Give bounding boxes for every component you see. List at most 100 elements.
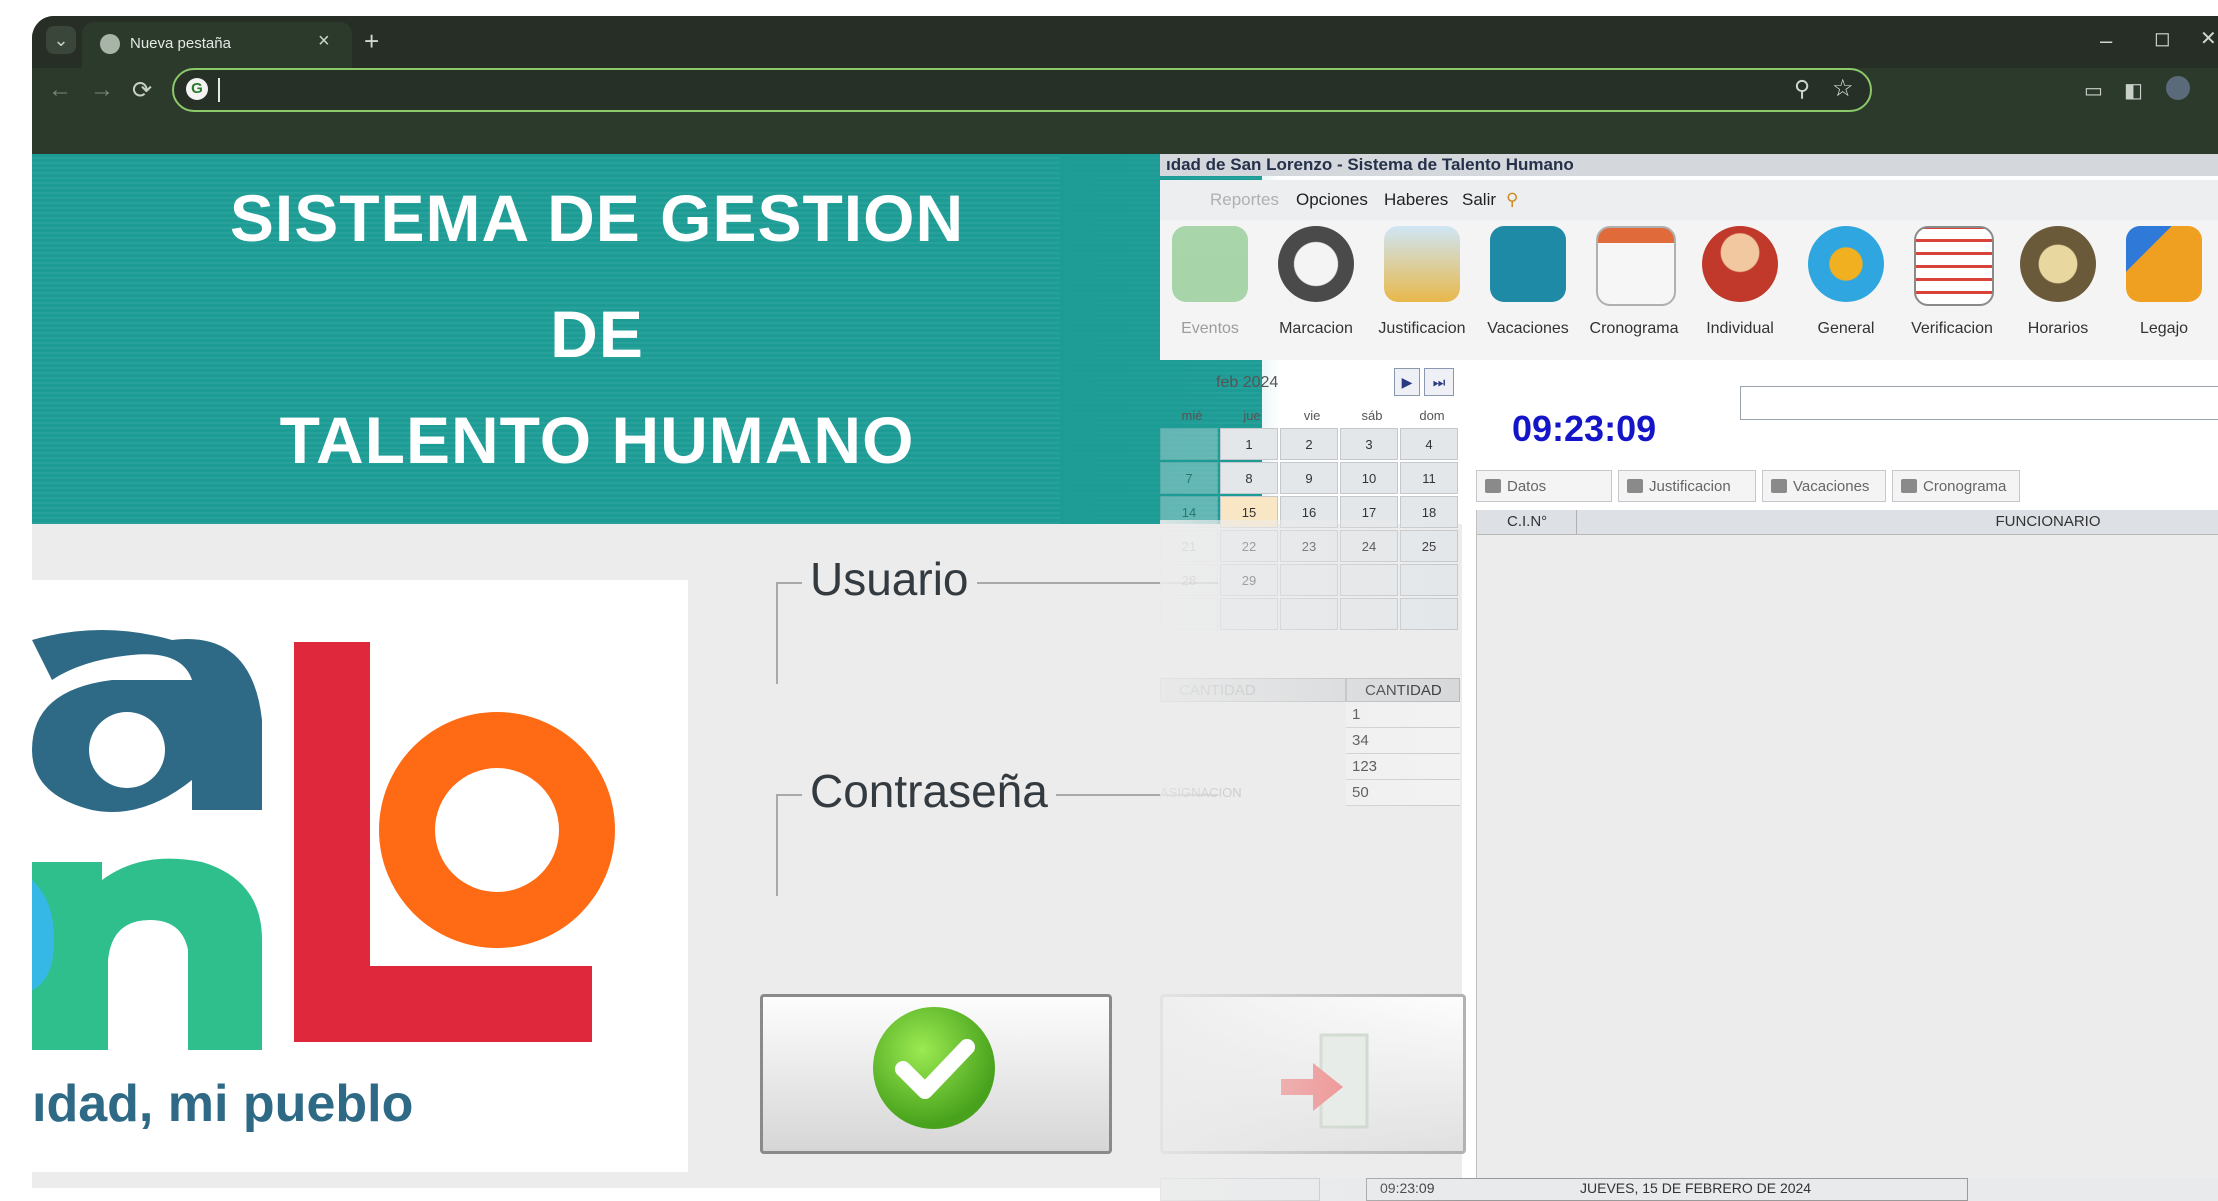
- forward-icon[interactable]: →: [90, 76, 114, 104]
- calendar-day[interactable]: 23: [1280, 530, 1338, 562]
- profile-avatar[interactable]: [2166, 76, 2190, 100]
- globe-icon: [100, 34, 120, 54]
- calendar-day[interactable]: 7: [1160, 462, 1218, 494]
- reload-icon[interactable]: ⟳: [132, 76, 152, 105]
- tool-marcacion[interactable]: Marcacion: [1266, 220, 1366, 360]
- calendar-day[interactable]: 3: [1340, 428, 1398, 460]
- calendar-dow: dom: [1419, 408, 1445, 423]
- qty-row-label: [1160, 728, 1346, 754]
- qty-row-label: ASIGNACION: [1160, 785, 1242, 800]
- password-label: Contraseña: [802, 764, 1056, 818]
- bookmark-star-icon[interactable]: ☆: [1832, 74, 1854, 103]
- maximize-button[interactable]: ◻: [2154, 26, 2171, 51]
- calendar-day[interactable]: [1280, 598, 1338, 630]
- suitcase-icon: [1490, 226, 1566, 302]
- calendar-day[interactable]: 9: [1280, 462, 1338, 494]
- back-icon[interactable]: ←: [48, 76, 72, 104]
- calendar-day[interactable]: 22: [1220, 530, 1278, 562]
- cast-icon[interactable]: ▭: [2084, 78, 2103, 103]
- person-icon: [1485, 479, 1501, 493]
- tool-verificacion[interactable]: Verificacion: [1902, 220, 2002, 360]
- calendar-day[interactable]: 29: [1220, 564, 1278, 596]
- calendar-day[interactable]: 17: [1340, 496, 1398, 528]
- calendar-day[interactable]: 4: [1400, 428, 1458, 460]
- search-input[interactable]: [1740, 386, 2218, 420]
- login-ok-button[interactable]: [760, 994, 1112, 1154]
- calendar-day[interactable]: [1220, 598, 1278, 630]
- calendar-day[interactable]: 10: [1340, 462, 1398, 494]
- tool-individual[interactable]: Individual: [1690, 220, 1790, 360]
- menu-opciones[interactable]: Opciones: [1296, 190, 1368, 210]
- tab-vacaciones[interactable]: Vacaciones: [1762, 470, 1886, 502]
- column-header-funcionario[interactable]: FUNCIONARIO: [1577, 510, 2218, 534]
- calendar-day[interactable]: 28: [1160, 564, 1218, 596]
- password-input[interactable]: [788, 828, 1212, 878]
- toolbar: Eventos Marcacion Justificacion Vacacion…: [1160, 220, 2218, 360]
- calendar-day[interactable]: 25: [1400, 530, 1458, 562]
- tool-label: Individual: [1706, 320, 1774, 337]
- calendar-day[interactable]: 18: [1400, 496, 1458, 528]
- minimize-button[interactable]: –: [2100, 28, 2112, 54]
- calendar-day[interactable]: [1340, 598, 1398, 630]
- last-month-button[interactable]: ⏭: [1424, 368, 1454, 396]
- search-icon[interactable]: ⚲: [1506, 190, 1518, 210]
- tool-justificacion[interactable]: Justificacion: [1372, 220, 1472, 360]
- tool-label: Horarios: [2027, 320, 2089, 337]
- zoom-icon[interactable]: ⚲: [1794, 76, 1810, 102]
- calendar-header: feb 2024 ▶ ⏭: [1160, 368, 1460, 398]
- tab-cronograma[interactable]: Cronograma: [1892, 470, 2020, 502]
- address-bar[interactable]: G ⚲ ☆: [172, 68, 1872, 112]
- suitcase-icon: [1771, 479, 1787, 493]
- tool-label: Marcacion: [1279, 320, 1353, 337]
- calendar-day[interactable]: [1160, 428, 1218, 460]
- calendar-day[interactable]: [1340, 564, 1398, 596]
- username-input[interactable]: [788, 616, 1212, 666]
- column-header-cin[interactable]: C.I.N°: [1483, 510, 1577, 534]
- schedule-icon: [2020, 226, 2096, 302]
- calendar-day[interactable]: 16: [1280, 496, 1338, 528]
- calendar-day[interactable]: 15: [1220, 496, 1278, 528]
- tool-horarios[interactable]: Horarios: [2008, 220, 2108, 360]
- calendar-day[interactable]: 14: [1160, 496, 1218, 528]
- logo-panel: ıdad, mi pueblo: [32, 580, 688, 1172]
- login-header: SISTEMA DE GESTION DE TALENTO HUMANO: [32, 154, 1262, 524]
- tab-title: Nueva pestaña: [130, 35, 231, 52]
- tab-datos[interactable]: Datos: [1476, 470, 1612, 502]
- tool-general[interactable]: General: [1796, 220, 1896, 360]
- qty-header-left: CANTIDAD: [1160, 678, 1346, 702]
- menu-salir[interactable]: Salir: [1462, 190, 1496, 210]
- qty-row-value: 34: [1346, 728, 1460, 754]
- tab-justificacion[interactable]: Justificacion: [1618, 470, 1756, 502]
- calendar-day[interactable]: [1160, 598, 1218, 630]
- calendar-day[interactable]: 24: [1340, 530, 1398, 562]
- municipality-logo: [32, 630, 615, 1050]
- tool-legajo[interactable]: Legajo: [2114, 220, 2214, 360]
- side-panel-icon[interactable]: ◧: [2124, 78, 2143, 103]
- browser-tab[interactable]: Nueva pestaña ×: [82, 22, 352, 68]
- events-icon: [1172, 226, 1248, 302]
- justification-icon: [1384, 226, 1460, 302]
- calendar-day[interactable]: 2: [1280, 428, 1338, 460]
- calendar-dow: sáb: [1361, 408, 1383, 423]
- calendar-month: feb 2024: [1216, 374, 1279, 391]
- calendar-day[interactable]: [1280, 564, 1338, 596]
- chevron-down-icon[interactable]: ⌄: [46, 26, 76, 54]
- title-line-3: TALENTO HUMANO: [279, 403, 915, 477]
- next-month-button[interactable]: ▶: [1394, 368, 1420, 396]
- document-icon: [1627, 479, 1643, 493]
- close-icon[interactable]: ×: [318, 30, 330, 53]
- calendar-day[interactable]: 1: [1220, 428, 1278, 460]
- qty-row-value: 123: [1346, 754, 1460, 780]
- tool-eventos[interactable]: Eventos: [1160, 220, 1260, 360]
- calendar-day[interactable]: 11: [1400, 462, 1458, 494]
- calendar-day[interactable]: [1400, 598, 1458, 630]
- calendar-day[interactable]: 21: [1160, 530, 1218, 562]
- calendar-day[interactable]: 8: [1220, 462, 1278, 494]
- calendar-day[interactable]: [1400, 564, 1458, 596]
- new-tab-button[interactable]: +: [364, 26, 379, 57]
- menu-haberes[interactable]: Haberes: [1384, 190, 1448, 210]
- menu-reportes[interactable]: Reportes: [1210, 190, 1279, 210]
- window-close-button[interactable]: ✕: [2200, 26, 2217, 51]
- tool-vacaciones[interactable]: Vacaciones: [1478, 220, 1578, 360]
- tool-cronograma[interactable]: Cronograma: [1584, 220, 1684, 360]
